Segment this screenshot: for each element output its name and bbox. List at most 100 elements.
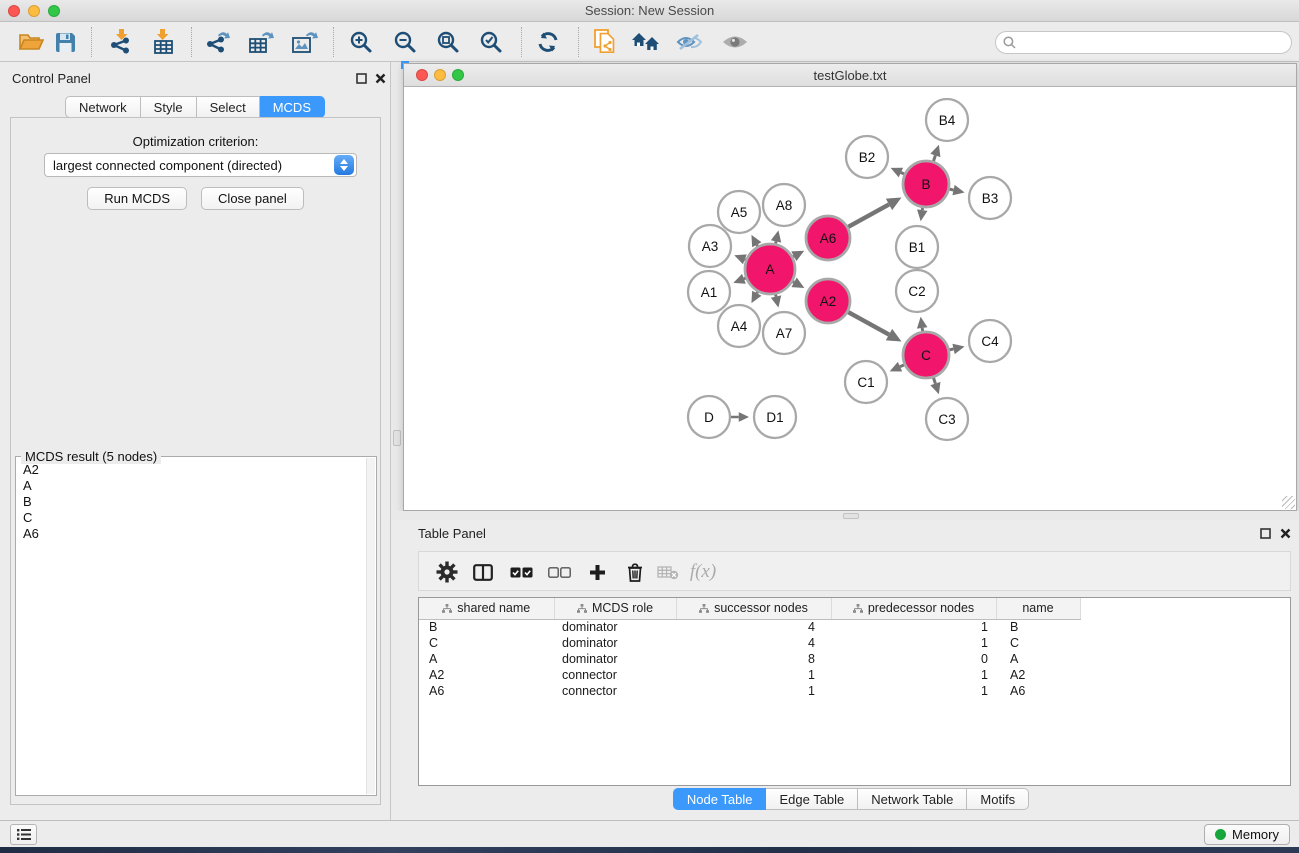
column-header-successor-nodes[interactable]: successor nodes [676,598,831,619]
delete-table-button[interactable] [652,556,684,588]
table-row[interactable]: Bdominator41B [419,619,1290,635]
graph-edge[interactable] [901,173,904,174]
network-window-titlebar[interactable]: testGlobe.txt [404,64,1296,87]
table-cell[interactable]: B [996,619,1080,635]
tab-style[interactable]: Style [141,96,197,118]
create-column-button[interactable] [581,556,613,588]
close-panel-button[interactable] [373,71,387,85]
show-graphics-details-button[interactable] [716,26,754,58]
table-settings-button[interactable] [431,556,463,588]
new-network-from-selection-button[interactable] [586,26,624,58]
graph-edge[interactable] [900,365,904,367]
horizontal-splitter-handle[interactable] [843,513,859,519]
list-item[interactable]: B [23,494,366,510]
resize-grip-icon[interactable] [1282,496,1295,509]
table-cell[interactable]: 1 [831,619,996,635]
network-canvas[interactable]: B4B2BB3A8A5A6B1A3AC2A1A2A4A7C4CC1C3DD1 [404,87,1296,510]
zoom-out-button[interactable] [386,26,424,58]
table-cell[interactable]: dominator [554,619,676,635]
graph-edge[interactable] [933,378,935,384]
graph-edge[interactable] [848,312,889,335]
table-cell[interactable]: A2 [419,667,554,683]
run-mcds-button[interactable]: Run MCDS [87,187,187,210]
table-row[interactable]: Cdominator41C [419,635,1290,651]
tab-node-table[interactable]: Node Table [673,788,767,810]
show-panels-list-button[interactable] [10,824,37,845]
float-table-panel-button[interactable] [1258,526,1272,540]
export-image-button[interactable] [285,26,323,58]
table-cell[interactable]: 4 [676,635,831,651]
table-cell[interactable]: 4 [676,619,831,635]
table-cell[interactable]: connector [554,667,676,683]
table-cell[interactable]: 0 [831,651,996,667]
tab-network-table[interactable]: Network Table [858,788,967,810]
table-cell[interactable]: B [419,619,554,635]
export-network-button[interactable] [199,26,237,58]
import-table-icon [151,29,175,55]
close-table-panel-button[interactable] [1278,526,1292,540]
mcds-result-scrollbar[interactable] [366,458,375,794]
column-header-name[interactable]: name [996,598,1080,619]
table-cell[interactable]: C [419,635,554,651]
table-cell[interactable]: 8 [676,651,831,667]
table-cell[interactable]: dominator [554,651,676,667]
table-cell[interactable]: A [419,651,554,667]
import-network-button[interactable] [102,26,140,58]
close-panel-action-button[interactable]: Close panel [201,187,304,210]
search-field[interactable] [995,31,1292,54]
table-cell[interactable]: 1 [831,683,996,699]
tab-network[interactable]: Network [65,96,141,118]
table-cell[interactable]: C [996,635,1080,651]
table-cell[interactable]: 1 [676,683,831,699]
vertical-splitter-handle[interactable] [393,430,401,446]
zoom-fit-button[interactable] [429,26,467,58]
graph-edge[interactable] [949,349,953,350]
column-header-predecessor-nodes[interactable]: predecessor nodes [831,598,996,619]
open-session-button[interactable] [12,26,50,58]
hide-graphics-details-button[interactable] [671,26,709,58]
table-cell[interactable]: 1 [831,635,996,651]
graph-edge[interactable] [933,155,935,161]
criterion-dropdown[interactable]: largest connected component (directed) [44,153,357,177]
table-cell[interactable]: A2 [996,667,1080,683]
export-table-button[interactable] [242,26,280,58]
table-cell[interactable]: A6 [996,683,1080,699]
search-input[interactable] [1020,35,1291,50]
column-header-shared-name[interactable]: shared name [419,598,554,619]
table-cell[interactable]: 1 [676,667,831,683]
list-item[interactable]: A [23,478,366,494]
import-table-button[interactable] [144,26,182,58]
column-header-mcds-role[interactable]: MCDS role [554,598,676,619]
table-cell[interactable]: A [996,651,1080,667]
function-builder-button[interactable]: f(x) [681,556,725,588]
zoom-in-button[interactable] [342,26,380,58]
zoom-selected-button[interactable] [472,26,510,58]
show-column-button[interactable] [467,556,499,588]
unselect-all-columns-button[interactable] [543,556,575,588]
table-row[interactable]: Adominator80A [419,651,1290,667]
refresh-view-button[interactable] [529,26,567,58]
graph-edge[interactable] [848,204,889,227]
memory-button[interactable]: Memory [1204,824,1290,845]
table-cell[interactable]: A6 [419,683,554,699]
float-panel-button[interactable] [354,71,368,85]
delete-column-button[interactable] [619,556,651,588]
select-all-columns-button[interactable] [505,556,537,588]
save-session-button[interactable] [46,26,84,58]
app-title: Session: New Session [0,3,1299,18]
table-row[interactable]: A6connector11A6 [419,683,1290,699]
tab-select[interactable]: Select [197,96,260,118]
list-item[interactable]: A2 [23,462,366,478]
graph-edge[interactable] [949,189,953,190]
list-item[interactable]: C [23,510,366,526]
table-cell[interactable]: connector [554,683,676,699]
table-row[interactable]: A2connector11A2 [419,667,1290,683]
list-item[interactable]: A6 [23,526,366,542]
tab-motifs[interactable]: Motifs [967,788,1029,810]
home-layout-button[interactable] [627,26,665,58]
table-cell[interactable]: dominator [554,635,676,651]
tab-edge-table[interactable]: Edge Table [766,788,858,810]
mcds-result-list[interactable]: A2ABCA6 [17,458,366,794]
tab-mcds[interactable]: MCDS [260,96,325,118]
table-cell[interactable]: 1 [831,667,996,683]
